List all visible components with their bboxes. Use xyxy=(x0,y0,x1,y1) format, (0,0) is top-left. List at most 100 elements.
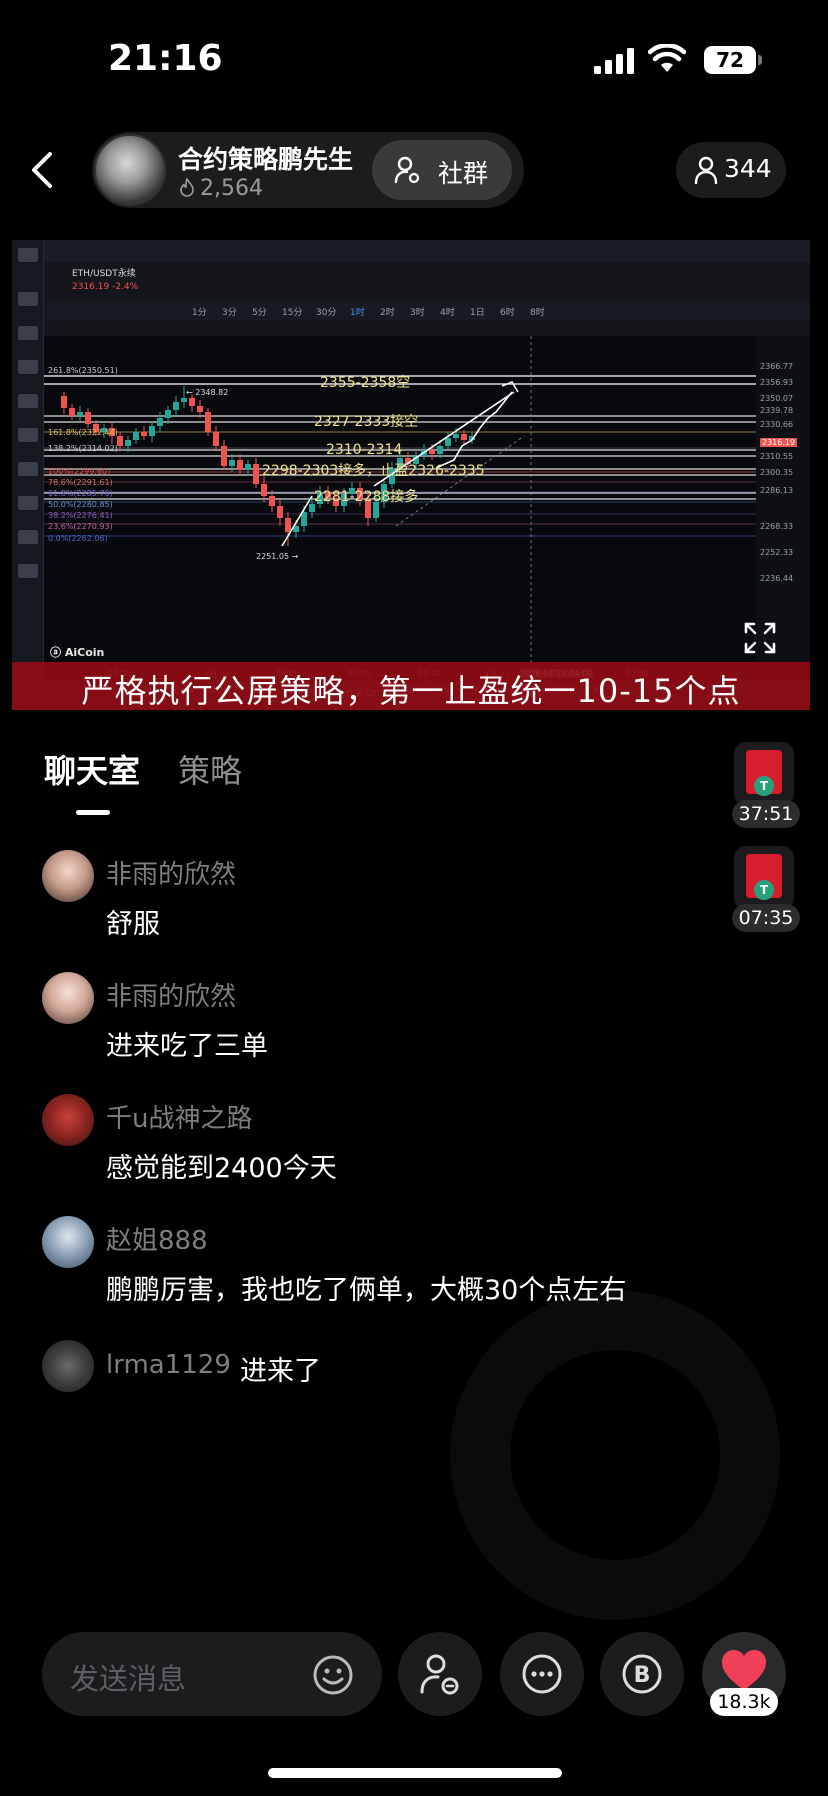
candle-body xyxy=(237,460,243,470)
avatar[interactable] xyxy=(42,1216,94,1268)
avatar[interactable] xyxy=(42,1094,94,1146)
chart-low-value: 2251.05 xyxy=(256,552,290,561)
back-icon[interactable] xyxy=(28,150,58,190)
tether-coin-icon: T xyxy=(754,880,774,900)
bitcoin-icon: B xyxy=(622,1654,662,1694)
host-avatar[interactable] xyxy=(94,134,166,206)
candle-body xyxy=(221,446,227,466)
ticker-row: ETH/USDT永续 2316.19 -2.4% xyxy=(44,262,810,302)
timeframe-option[interactable]: 3分 xyxy=(222,305,237,318)
timeframe-option[interactable]: 1分 xyxy=(192,305,207,318)
chart-high-label: ← 2348.82 xyxy=(186,388,229,397)
candle-body xyxy=(69,408,75,416)
timeframe-option[interactable]: 3时 xyxy=(410,305,425,318)
timeframe-option[interactable]: 30分 xyxy=(316,305,336,318)
tether-coin-icon: T xyxy=(754,776,774,796)
emoji-icon[interactable] xyxy=(312,1654,354,1696)
avatar[interactable] xyxy=(42,1340,94,1392)
fib-label: 100%(2299.60) xyxy=(48,467,111,476)
chart-high-value: 2348.82 xyxy=(195,388,229,397)
candle-body xyxy=(461,434,467,440)
sidebar-icon xyxy=(18,564,38,578)
price-axis-tick: 2236.44 xyxy=(760,574,794,583)
fib-label: 38.2%(2276.41) xyxy=(48,511,113,520)
invite-friend-button[interactable] xyxy=(398,1632,482,1716)
live-stream-video[interactable]: ETH/USDT永续 2316.19 -2.4% 1分 3分 5分 15分 30分 1时 2… xyxy=(12,240,810,710)
candle-body xyxy=(189,398,195,406)
sidebar-icon xyxy=(18,428,38,442)
candle-body xyxy=(445,438,451,446)
tab-chat[interactable]: 聊天室 xyxy=(44,746,140,792)
battery-cap xyxy=(758,55,762,65)
timeframe-option[interactable]: 6时 xyxy=(500,305,515,318)
sidebar-icon xyxy=(18,496,38,510)
fib-label: 161.8%(2322.44) xyxy=(48,428,118,437)
app-sidebar xyxy=(12,240,44,710)
candle-body xyxy=(85,412,91,424)
sidebar-icon xyxy=(18,326,38,340)
sidebar-icon xyxy=(18,462,38,476)
avatar[interactable] xyxy=(42,850,94,902)
price-axis-tick: 2286.13 xyxy=(760,486,794,495)
timeframe-option[interactable]: 8时 xyxy=(530,305,545,318)
price-axis-tick: 2350.07 xyxy=(760,394,794,403)
timeframe-option[interactable]: 1日 xyxy=(470,305,485,318)
timeframe-option[interactable]: 5分 xyxy=(252,305,267,318)
annotation-level-1: 2355-2358空 xyxy=(320,375,411,391)
chat-message: 感觉能到2400今天 xyxy=(106,1153,337,1184)
fib-label: 261.8%(2350.51) xyxy=(48,366,118,375)
candle-body xyxy=(197,406,203,412)
price-axis-tick: 2339.78 xyxy=(760,406,794,415)
fib-label: 138.2%(2314.02) xyxy=(48,444,118,453)
chat-username[interactable]: 千u战神之路 xyxy=(106,1098,252,1135)
candle-body xyxy=(285,518,291,532)
viewers-button[interactable]: 344 xyxy=(676,142,786,198)
host-name: 合约策略鹏先生 xyxy=(178,145,354,174)
caption-text: 严格执行公屏策略，第一止盈统一10-15个点 xyxy=(81,672,741,710)
candle-body xyxy=(429,450,435,454)
price-axis-tick: 2356.93 xyxy=(760,378,794,387)
price-axis-tick: 2252.33 xyxy=(760,548,794,557)
timeframe-option[interactable]: 15分 xyxy=(282,305,302,318)
fib-label: 50.0%(2280.85) xyxy=(48,500,113,509)
bitcoin-button[interactable]: B xyxy=(600,1632,684,1716)
community-icon xyxy=(394,156,420,184)
chat-username[interactable]: 非雨的欣然 xyxy=(106,854,236,891)
viewer-count: 344 xyxy=(724,154,772,183)
like-count: 18.3k xyxy=(710,1688,778,1716)
timeframe-option[interactable]: 4时 xyxy=(440,305,455,318)
avatar[interactable] xyxy=(42,972,94,1024)
price-axis-tick: 2310.55 xyxy=(760,452,794,461)
gift-box[interactable]: T xyxy=(734,742,794,806)
timeframe-option[interactable]: 1时 xyxy=(350,305,365,318)
fib-label: 0.0%(2262.06) xyxy=(48,534,108,543)
community-button[interactable]: 社群 xyxy=(372,140,512,200)
host-likes: 2,564 xyxy=(178,176,263,201)
message-input[interactable]: 发送消息 xyxy=(42,1632,382,1716)
chat-username[interactable]: lrma1129 xyxy=(106,1350,231,1380)
chat-message: 鹏鹏厉害，我也吃了俩单，大概30个点左右 xyxy=(106,1275,627,1306)
home-indicator[interactable] xyxy=(268,1768,562,1778)
gift-timer: 37:51 xyxy=(732,800,800,828)
status-bar: 21:16 72 xyxy=(0,0,828,120)
chat-message: 进来了 xyxy=(240,1356,321,1387)
aicoin-watermark: ⓐ AiCoin xyxy=(50,646,105,659)
signal-icon xyxy=(594,48,634,74)
candle-body xyxy=(61,396,67,408)
timeframe-option[interactable]: 2时 xyxy=(380,305,395,318)
candle-body xyxy=(437,446,443,454)
gift-box[interactable]: T xyxy=(734,846,794,910)
candle-body xyxy=(261,484,267,496)
candle-body xyxy=(77,412,83,416)
tab-strategy[interactable]: 策略 xyxy=(178,746,242,792)
price-axis-tick: 2268.33 xyxy=(760,522,794,531)
heart-icon xyxy=(722,1650,766,1690)
chat-username[interactable]: 非雨的欣然 xyxy=(106,976,236,1013)
tab-active-indicator xyxy=(76,810,110,815)
fullscreen-icon[interactable] xyxy=(744,622,776,654)
annotation-level-5: 2281-2288接多 xyxy=(314,489,419,505)
price-axis-tick: 2316.19 xyxy=(760,438,798,447)
aicoin-brand: AiCoin xyxy=(64,646,105,659)
chat-username[interactable]: 赵姐888 xyxy=(106,1220,208,1257)
more-button[interactable] xyxy=(500,1632,584,1716)
